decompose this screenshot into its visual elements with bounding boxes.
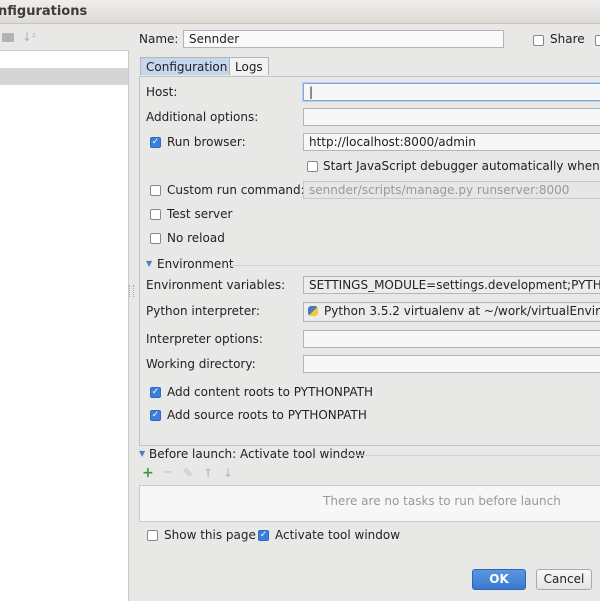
run-browser-label: Run browser:: [167, 135, 246, 149]
activate-tool-window-checkbox[interactable]: ✓: [258, 530, 269, 541]
test-server-label: Test server: [167, 207, 233, 221]
additional-options-label: Additional options:: [146, 110, 259, 124]
js-debugger-label: Start JavaScript debugger automatically …: [323, 159, 600, 173]
python-interpreter-label: Python interpreter:: [146, 304, 260, 318]
configuration-tree[interactable]: [0, 50, 129, 601]
host-input[interactable]: |: [303, 83, 600, 101]
show-page-checkbox[interactable]: [147, 530, 158, 541]
no-reload-label: No reload: [167, 231, 225, 245]
js-debugger-checkbox[interactable]: [307, 161, 318, 172]
extra-checkbox[interactable]: [595, 35, 600, 46]
custom-run-checkbox[interactable]: [150, 185, 161, 196]
tree-item-selected[interactable]: [0, 68, 128, 85]
env-vars-label: Environment variables:: [146, 278, 286, 292]
run-browser-url-input[interactable]: http://localhost:8000/admin: [303, 133, 600, 151]
name-input[interactable]: Sennder: [183, 30, 504, 48]
content-roots-checkbox[interactable]: ✓: [150, 387, 161, 398]
name-label: Name:: [139, 32, 179, 46]
interpreter-options-input[interactable]: [303, 330, 600, 348]
host-label: Host:: [146, 85, 178, 99]
add-task-icon[interactable]: +: [142, 465, 154, 481]
folder-icon[interactable]: [2, 33, 14, 42]
environment-expand-icon[interactable]: ▼: [146, 259, 152, 268]
source-roots-label: Add source roots to PYTHONPATH: [167, 408, 367, 422]
env-vars-input[interactable]: SETTINGS_MODULE=settings.development;PYT…: [303, 276, 600, 294]
interpreter-options-label: Interpreter options:: [146, 332, 263, 346]
content-roots-label: Add content roots to PYTHONPATH: [167, 385, 373, 399]
tab-logs[interactable]: Logs: [229, 57, 269, 75]
python-icon: [308, 306, 318, 316]
run-browser-checkbox[interactable]: ✓: [150, 137, 161, 148]
additional-options-input[interactable]: [303, 108, 600, 126]
custom-run-label: Custom run command:: [167, 183, 305, 197]
show-page-label: Show this page: [164, 528, 256, 542]
window-title: nfigurations: [0, 4, 88, 19]
before-launch-header: Before launch: Activate tool window: [149, 447, 366, 461]
environment-divider: [228, 265, 600, 266]
before-launch-expand-icon[interactable]: ▼: [139, 449, 145, 458]
activate-tool-window-label: Activate tool window: [275, 528, 401, 542]
environment-header: Environment: [157, 257, 234, 271]
ok-button[interactable]: OK: [472, 569, 526, 590]
custom-run-input[interactable]: sennder/scripts/manage.py runserver:8000: [303, 181, 600, 199]
splitter-handle[interactable]: [129, 285, 134, 297]
empty-tasks-text: There are no tasks to run before launch: [323, 494, 561, 508]
tab-configuration[interactable]: Configuration: [140, 57, 234, 75]
title-bar: nfigurations: [0, 0, 600, 24]
python-interpreter-select[interactable]: Python 3.5.2 virtualenv at ~/work/virtua…: [303, 302, 600, 322]
remove-task-icon[interactable]: −: [162, 465, 173, 480]
cancel-button[interactable]: Cancel: [536, 569, 592, 590]
sort-alpha-icon[interactable]: ↓ᶻ: [22, 30, 36, 44]
edit-task-icon[interactable]: ✎: [183, 466, 193, 480]
share-label: Share: [550, 32, 585, 46]
test-server-checkbox[interactable]: [150, 209, 161, 220]
move-up-icon[interactable]: ↑: [203, 466, 213, 480]
share-checkbox[interactable]: [533, 35, 544, 46]
working-directory-input[interactable]: [303, 355, 600, 373]
no-reload-checkbox[interactable]: [150, 233, 161, 244]
before-launch-divider: [342, 455, 600, 456]
source-roots-checkbox[interactable]: ✓: [150, 410, 161, 421]
move-down-icon[interactable]: ↓: [223, 466, 233, 480]
working-directory-label: Working directory:: [146, 357, 256, 371]
